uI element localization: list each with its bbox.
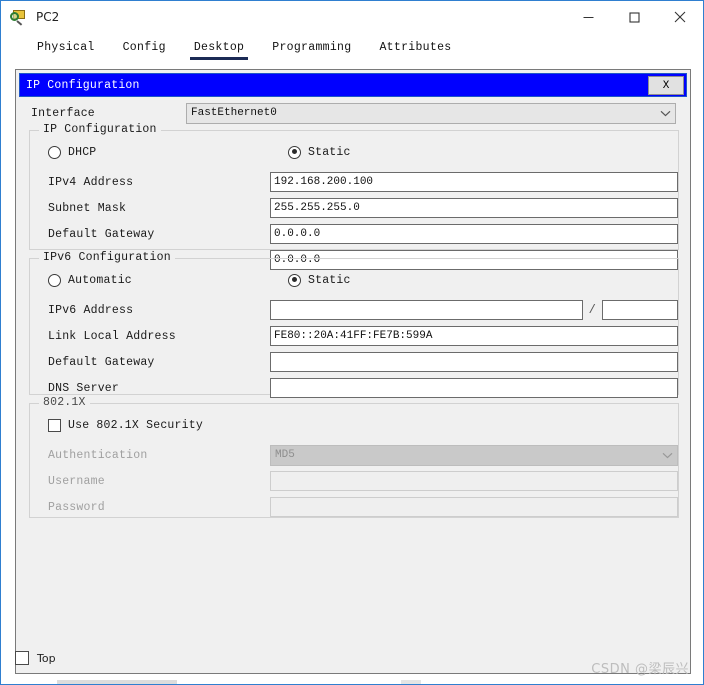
ipv4-mode-row: DHCP Static	[48, 143, 668, 161]
radio-indicator	[288, 145, 301, 159]
ipv4-address-input[interactable]: 192.168.200.100	[270, 172, 678, 192]
ipv6-group-title: IPv6 Configuration	[39, 251, 175, 264]
tab-physical[interactable]: Physical	[23, 41, 109, 60]
dot1x-authentication-value: MD5	[275, 448, 295, 461]
background-window-strip-secondary	[401, 680, 421, 684]
ipv6-static-radio[interactable]: Static	[288, 273, 351, 287]
dot1x-password-label: Password	[48, 500, 105, 514]
dot1x-username-input	[270, 471, 678, 491]
ipv4-subnet-mask-row: Subnet Mask 255.255.255.0	[48, 197, 678, 219]
ipv4-address-label: IPv4 Address	[48, 175, 134, 189]
interface-label: Interface	[31, 106, 95, 120]
ipv6-prefix-length-input[interactable]	[601, 300, 678, 320]
checkbox-indicator	[15, 651, 29, 665]
top-checkbox-label: Top	[37, 651, 56, 665]
ip-configuration-title: IP Configuration	[26, 78, 140, 92]
ipv6-link-local-label: Link Local Address	[48, 329, 176, 343]
ipv4-group-title: IP Configuration	[39, 123, 161, 136]
chevron-down-icon	[662, 452, 673, 458]
pc2-window: PC2 Physical Config Desktop Programming …	[0, 0, 704, 685]
ipv4-configuration-group: IP Configuration DHCP Static IPv4 Addres…	[29, 123, 679, 270]
ipv4-subnet-mask-label: Subnet Mask	[48, 201, 127, 215]
close-icon	[674, 11, 686, 23]
tab-label: Attributes	[379, 41, 452, 54]
dot1x-username-row: Username	[48, 470, 678, 492]
ipv6-dns-server-input[interactable]	[270, 378, 678, 398]
dot1x-security-label: Use 802.1X Security	[68, 418, 203, 432]
ip-configuration-dialog: IP Configuration X Interface FastEtherne…	[19, 73, 687, 635]
ip-configuration-close-button[interactable]: X	[648, 76, 684, 95]
ipv4-default-gateway-label: Default Gateway	[48, 227, 155, 241]
dot1x-password-row: Password	[48, 496, 678, 518]
ipv6-default-gateway-input[interactable]	[270, 352, 678, 372]
window-controls	[565, 1, 703, 33]
dot1x-authentication-select: MD5	[270, 444, 678, 466]
dot1x-group-title: 802.1X	[39, 396, 90, 409]
ipv4-static-label: Static	[308, 145, 351, 159]
device-tab-bar: Physical Config Desktop Programming Attr…	[1, 33, 703, 60]
ip-configuration-title-bar: IP Configuration X	[19, 73, 687, 97]
ipv6-dns-server-label: DNS Server	[48, 381, 120, 395]
close-button-label: X	[662, 79, 670, 92]
ipv4-address-row: IPv4 Address 192.168.200.100	[48, 171, 678, 193]
ipv4-default-gateway-row: Default Gateway 0.0.0.0	[48, 223, 678, 245]
watermark: CSDN @梁辰兴	[591, 662, 689, 677]
ipv6-address-input[interactable]	[270, 300, 583, 320]
background-window-strip	[57, 680, 177, 684]
dot1x-password-input	[270, 497, 678, 517]
minimize-icon	[583, 16, 593, 18]
dot1x-group: 802.1X Use 802.1X Security Authenticatio…	[29, 396, 679, 518]
radio-indicator	[48, 273, 61, 287]
ipv4-dhcp-radio[interactable]: DHCP	[48, 145, 97, 159]
ipv6-static-label: Static	[308, 273, 351, 287]
ipv6-address-row: IPv6 Address /	[48, 299, 678, 321]
dot1x-username-label: Username	[48, 474, 105, 488]
ipv6-address-label: IPv6 Address	[48, 303, 134, 317]
ipv6-link-local-input[interactable]: FE80::20A:41FF:FE7B:599A	[270, 326, 678, 346]
ipv6-automatic-radio[interactable]: Automatic	[48, 273, 132, 287]
tab-label: Config	[122, 41, 166, 54]
chevron-down-icon	[660, 110, 671, 116]
packet-tracer-pc-icon	[10, 8, 28, 26]
maximize-icon	[628, 11, 640, 23]
interface-value: FastEthernet0	[191, 106, 277, 119]
top-checkbox-row[interactable]: Top	[15, 651, 56, 665]
ipv6-dns-server-row: DNS Server	[48, 377, 678, 399]
tab-programming[interactable]: Programming	[258, 41, 365, 60]
tab-desktop[interactable]: Desktop	[180, 41, 258, 60]
close-button[interactable]	[657, 1, 703, 33]
ipv6-mode-row: Automatic Static	[48, 271, 668, 289]
ipv6-default-gateway-row: Default Gateway	[48, 351, 678, 373]
minimize-button[interactable]	[565, 1, 611, 33]
maximize-button[interactable]	[611, 1, 657, 33]
ipv6-configuration-group: IPv6 Configuration Automatic Static IPv6…	[29, 251, 679, 398]
desktop-panel: IP Configuration X Interface FastEtherne…	[15, 69, 691, 674]
tab-label: Physical	[37, 41, 95, 54]
ipv6-default-gateway-label: Default Gateway	[48, 355, 155, 369]
ipv4-default-gateway-input[interactable]: 0.0.0.0	[270, 224, 678, 244]
ipv4-static-radio[interactable]: Static	[288, 145, 351, 159]
window-title-bar: PC2	[1, 1, 703, 33]
radio-indicator	[48, 145, 61, 159]
radio-indicator	[288, 273, 301, 287]
window-title: PC2	[36, 10, 60, 24]
interface-select[interactable]: FastEthernet0	[186, 102, 676, 124]
tab-underline	[189, 57, 249, 60]
ipv6-prefix-separator: /	[588, 303, 596, 317]
ipv4-subnet-mask-input[interactable]: 255.255.255.0	[270, 198, 678, 218]
ipv6-automatic-label: Automatic	[68, 273, 132, 287]
dot1x-authentication-label: Authentication	[48, 448, 148, 462]
tab-label: Desktop	[193, 41, 245, 54]
ipv4-dhcp-label: DHCP	[68, 145, 97, 159]
ipv6-link-local-row: Link Local Address FE80::20A:41FF:FE7B:5…	[48, 325, 678, 347]
dot1x-authentication-row: Authentication MD5	[48, 444, 678, 466]
dot1x-security-checkbox-row[interactable]: Use 802.1X Security	[48, 416, 668, 434]
tab-attributes[interactable]: Attributes	[365, 41, 465, 60]
checkbox-indicator	[48, 418, 61, 432]
tab-config[interactable]: Config	[109, 41, 180, 60]
tab-label: Programming	[272, 41, 352, 54]
